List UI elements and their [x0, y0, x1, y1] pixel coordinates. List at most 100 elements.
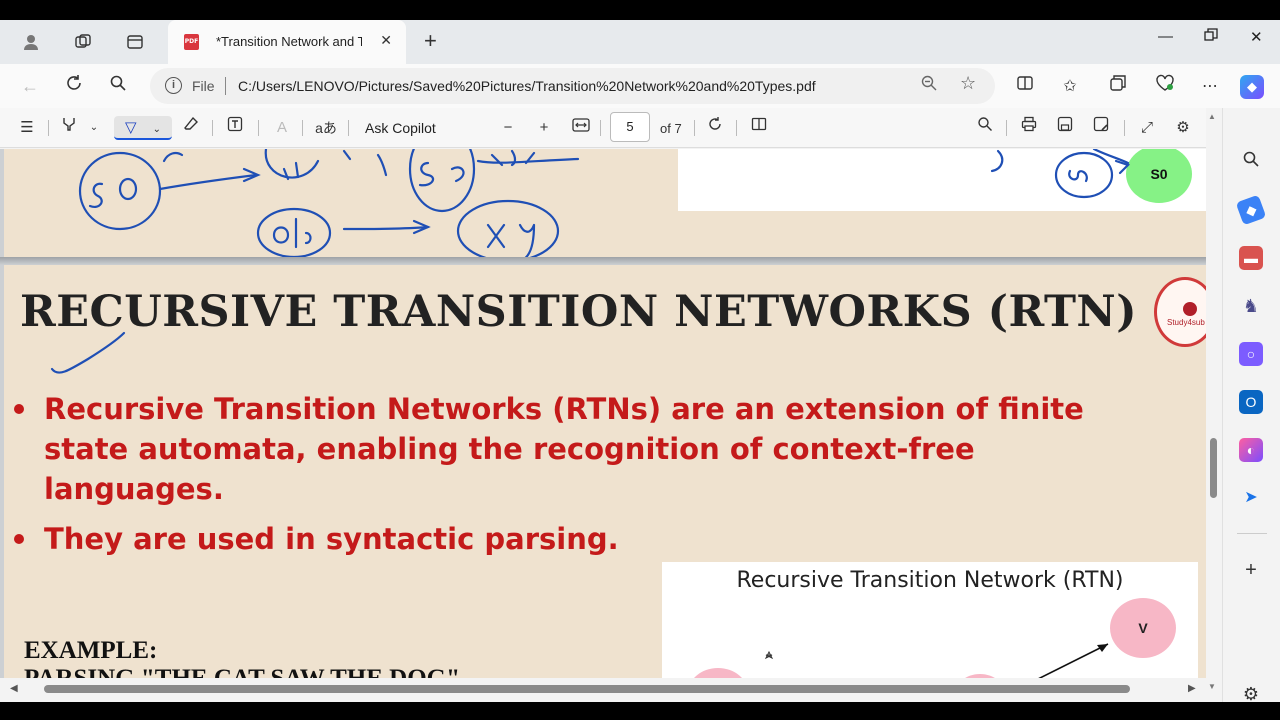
favorite-star-icon[interactable]: ☆ — [960, 73, 976, 94]
smiley-icon — [1183, 302, 1197, 316]
collections-icon[interactable] — [1105, 74, 1131, 100]
add-sidebar-app-icon[interactable]: + — [1239, 558, 1263, 582]
save-as-icon[interactable] — [1090, 116, 1112, 140]
save-icon[interactable] — [1054, 116, 1076, 140]
pdf-page-4: S0 — [4, 149, 1206, 257]
example-text: PARSING "THE CAT SAW THE DOG" — [24, 665, 460, 678]
search-icon[interactable] — [106, 74, 130, 98]
close-tab-icon[interactable]: ✕ — [380, 32, 392, 49]
pdf-page-5: RECURSIVE TRANSITION NETWORKS (RTN) Stud… — [4, 265, 1206, 678]
zoom-in-icon[interactable]: + — [534, 116, 554, 140]
bullet-dot — [14, 404, 24, 414]
url-text[interactable]: C:/Users/LENOVO/Pictures/Saved%20Picture… — [238, 78, 816, 94]
page-number-input[interactable]: 5 — [610, 112, 650, 142]
telegram-send-icon[interactable]: ➤ — [1239, 486, 1263, 510]
refresh-icon[interactable] — [62, 74, 86, 98]
toolbar-divider — [1006, 120, 1007, 136]
page-view-icon[interactable] — [748, 116, 770, 140]
close-window-icon[interactable]: ✕ — [1250, 28, 1263, 46]
scroll-right-icon[interactable]: ▶ — [1188, 683, 1196, 694]
tab-title: *Transition Network and Types.pdf — [216, 34, 362, 49]
file-label: File — [192, 78, 215, 94]
sidebar-settings-gear-icon[interactable]: ⚙ — [1239, 682, 1263, 702]
profile-icon[interactable] — [18, 29, 44, 55]
read-aloud-icon[interactable]: A — [270, 116, 294, 140]
url-field[interactable]: i File C:/Users/LENOVO/Pictures/Saved%20… — [150, 68, 995, 104]
new-tab-button[interactable]: + — [424, 28, 437, 54]
toolbar-divider — [302, 120, 303, 136]
vertical-scrollbar[interactable]: ▲ ▼ — [1206, 108, 1222, 702]
microsoft-365-icon[interactable]: ○ — [1239, 342, 1263, 366]
toolbar-divider — [600, 120, 601, 136]
address-bar: ← i File C:/Users/LENOVO/Pictures/Saved%… — [0, 64, 1280, 108]
scroll-left-icon[interactable]: ◀ — [10, 683, 18, 694]
bullet-text: Recursive Transition Networks (RTNs) are… — [44, 392, 1084, 506]
shopping-tag-icon[interactable]: ◆ — [1235, 194, 1267, 226]
bullet-dot — [14, 534, 24, 544]
back-arrow-icon[interactable]: ← — [18, 74, 42, 98]
sidebar-search-icon[interactable] — [1239, 150, 1263, 174]
page-count: of 7 — [660, 121, 682, 136]
translate-icon[interactable]: aあ — [312, 116, 340, 140]
ask-copilot-button[interactable]: Ask Copilot — [365, 120, 436, 136]
copilot-icon[interactable]: ◆ — [1240, 75, 1264, 99]
pdf-viewport: S0 RECURSIVE TRANSITION NETWORKS (RTN) S… — [0, 149, 1206, 678]
scroll-down-icon[interactable]: ▼ — [1208, 682, 1216, 691]
logo-text: Study4sub — [1167, 318, 1205, 327]
rtn-diagram: Recursive Transition Network (RTN) V — [662, 562, 1198, 678]
rotate-icon[interactable] — [704, 116, 726, 140]
scroll-up-icon[interactable]: ▲ — [1208, 112, 1216, 121]
more-menu-icon[interactable]: ⋯ — [1197, 74, 1223, 100]
toolbar-divider — [48, 120, 49, 136]
bullet-text: They are used in syntactic parsing. — [44, 522, 619, 556]
favorites-icon[interactable]: ✩ — [1057, 74, 1083, 100]
url-separator — [225, 77, 226, 95]
tab-active[interactable]: PDF *Transition Network and Types.pdf ✕ — [168, 20, 406, 64]
eraser-icon[interactable] — [180, 116, 202, 140]
info-icon[interactable]: i — [165, 77, 182, 94]
vertical-scroll-thumb[interactable] — [1210, 438, 1217, 498]
minimize-icon[interactable]: — — [1158, 28, 1173, 45]
sidebar-divider — [1237, 533, 1267, 534]
toolbar-divider — [736, 120, 737, 136]
highlight-chevron-icon[interactable]: ⌄ — [86, 116, 102, 140]
fit-width-icon[interactable] — [570, 116, 592, 140]
browser-window: PDF *Transition Network and Types.pdf ✕ … — [0, 20, 1280, 702]
horizontal-scroll-thumb[interactable] — [44, 685, 1130, 693]
toolbar-divider — [258, 120, 259, 136]
screen: PDF *Transition Network and Types.pdf ✕ … — [0, 0, 1280, 720]
games-chess-icon[interactable]: ♞ — [1239, 294, 1263, 318]
edge-sidebar: ◆ ▬ ♞ ○ O ◐ ➤ + ⚙ — [1222, 108, 1280, 702]
outlook-icon[interactable]: O — [1239, 390, 1263, 414]
restore-icon[interactable] — [1204, 28, 1218, 46]
designer-icon[interactable]: ◐ — [1239, 438, 1263, 462]
example-label: EXAMPLE: — [24, 637, 158, 664]
workspaces-icon[interactable] — [70, 29, 96, 55]
pdf-toolbar: ☰ ⌄ ▽ ⌄ A aあ Ask Copilot − + 5 of 7 ⤢ ⚙ — [0, 108, 1210, 148]
highlight-icon[interactable] — [58, 116, 80, 140]
pdf-settings-gear-icon[interactable]: ⚙ — [1172, 116, 1194, 140]
print-icon[interactable] — [1018, 116, 1040, 140]
tab-actions-icon[interactable] — [122, 29, 148, 55]
handwritten-annotations-top — [78, 149, 1131, 257]
add-text-icon[interactable] — [224, 116, 246, 140]
tab-bar: PDF *Transition Network and Types.pdf ✕ … — [0, 20, 1280, 64]
toolbar-divider — [212, 120, 213, 136]
page-gap — [0, 257, 1206, 265]
zoom-out-icon[interactable]: − — [498, 116, 518, 140]
contents-icon[interactable]: ☰ — [16, 116, 38, 140]
browser-essentials-icon[interactable] — [1152, 74, 1178, 100]
diagram-edges — [764, 643, 1109, 678]
find-icon[interactable] — [974, 116, 996, 140]
pdf-file-icon: PDF — [184, 34, 199, 50]
toolbar-divider — [348, 120, 349, 136]
toolbar-divider — [694, 120, 695, 136]
study4sub-logo: Study4sub — [1154, 277, 1206, 347]
fullscreen-icon[interactable]: ⤢ — [1136, 116, 1158, 140]
zoom-icon[interactable] — [920, 74, 938, 97]
split-screen-icon[interactable] — [1012, 74, 1038, 100]
draw-tool-button[interactable]: ▽ ⌄ — [114, 116, 172, 140]
toolbar-divider — [1124, 120, 1125, 136]
tools-briefcase-icon[interactable]: ▬ — [1239, 246, 1263, 270]
horizontal-scrollbar[interactable]: ◀ ▶ — [0, 678, 1206, 702]
